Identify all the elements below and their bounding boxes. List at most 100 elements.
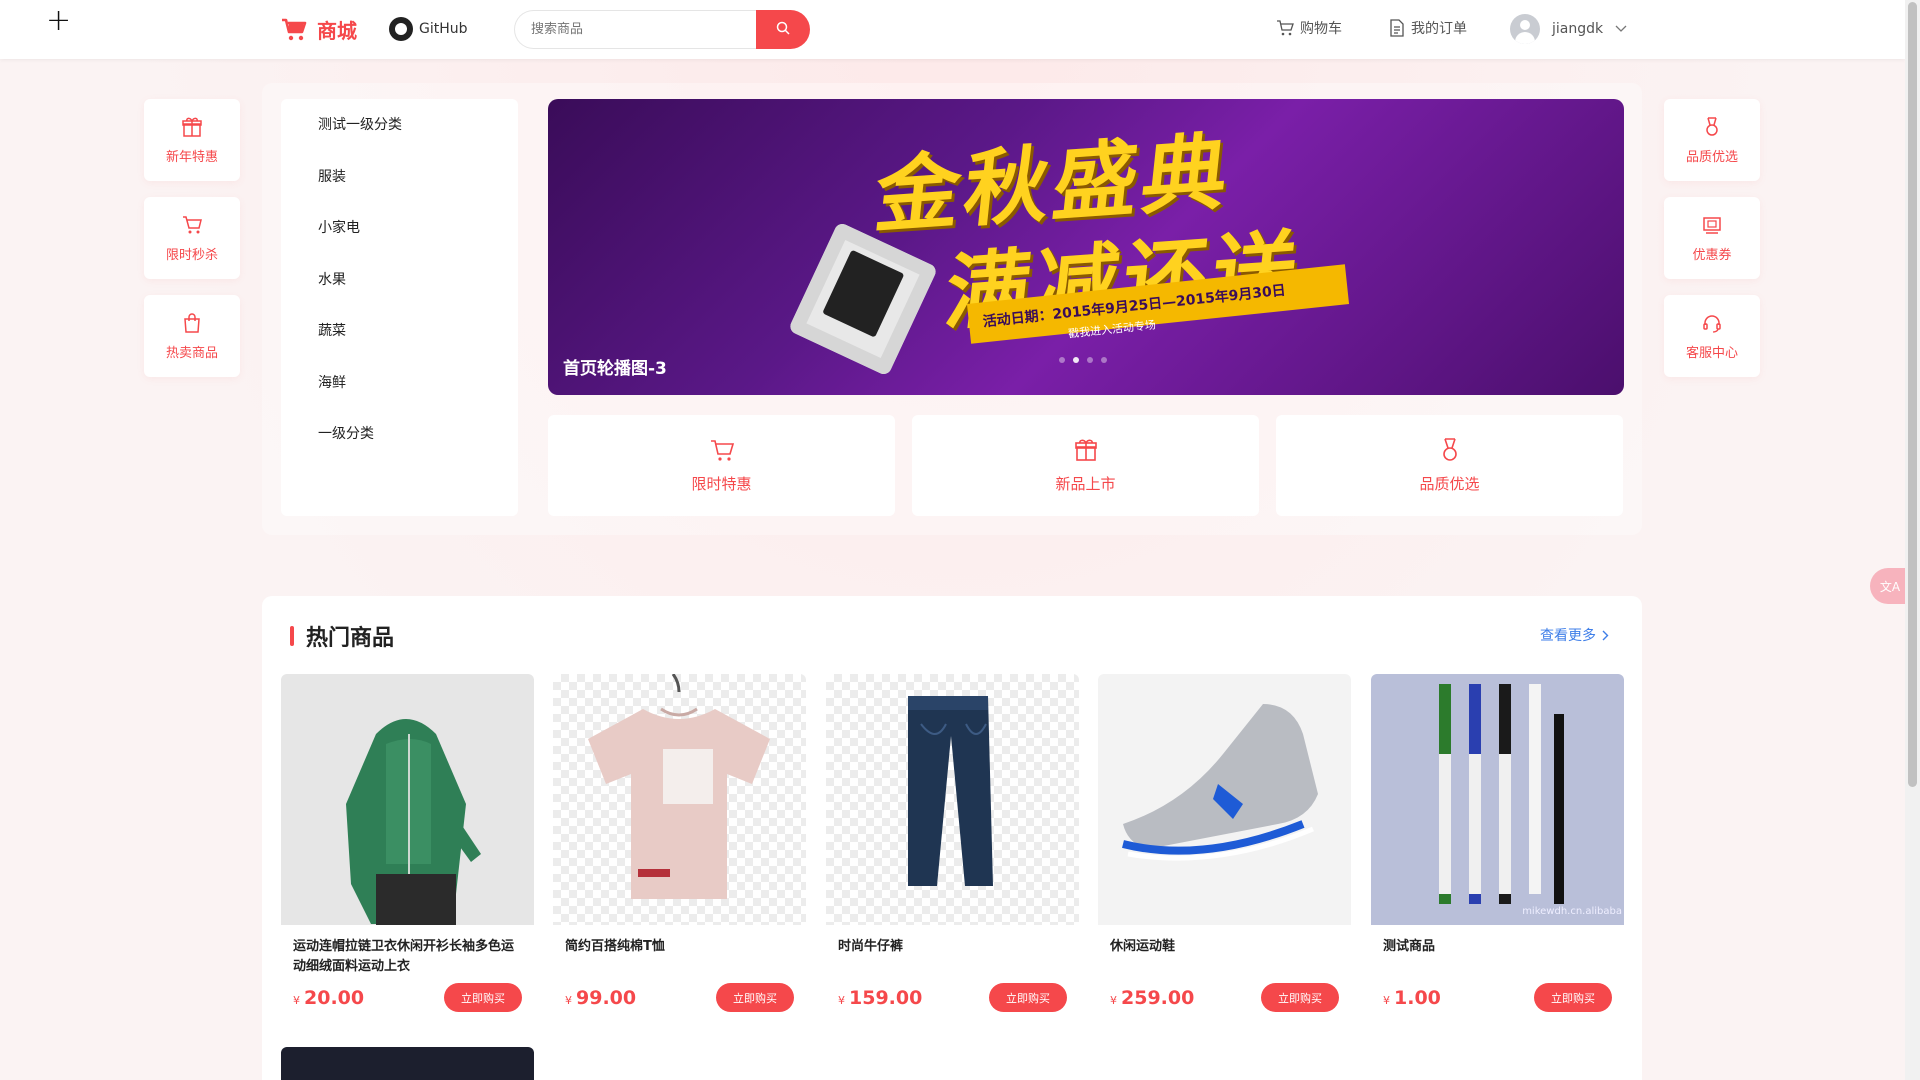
- gift-icon: [182, 117, 202, 137]
- category-item[interactable]: 测试一级分类: [281, 111, 518, 163]
- product-name: 时尚牛仔裤: [838, 939, 904, 954]
- product-card[interactable]: 简约百搭纯棉T恤 ¥99.00 立即购买: [553, 674, 806, 1019]
- search-icon: [776, 21, 790, 35]
- product-card-partial[interactable]: [281, 1047, 534, 1080]
- shortcut-customer-service[interactable]: 客服中心: [1664, 295, 1760, 377]
- github-label: GitHub: [419, 21, 468, 37]
- product-price-value: 20.00: [304, 986, 365, 1009]
- avatar: [1510, 14, 1540, 44]
- bag-icon: [184, 312, 200, 333]
- cart-icon: [710, 440, 734, 461]
- github-icon: [389, 17, 413, 41]
- product-price: ¥99.00: [565, 987, 636, 1009]
- section-title-text: 热门商品: [306, 626, 395, 651]
- orders-label: 我的订单: [1411, 21, 1467, 37]
- product-name: 运动连帽拉链卫衣休闲开衫长袖多色运动细绒面料运动上衣: [293, 939, 515, 974]
- product-name: 休闲运动鞋: [1110, 939, 1176, 954]
- cart-link[interactable]: 购物车: [1276, 18, 1342, 38]
- shortcut-hot-sale[interactable]: 热卖商品: [144, 295, 240, 377]
- feature-limited-offer[interactable]: 限时特惠: [548, 415, 895, 516]
- shortcut-new-year[interactable]: 新年特惠: [144, 99, 240, 181]
- product-price-value: 259.00: [1121, 986, 1195, 1009]
- section-title: 热门商品: [290, 620, 394, 652]
- product-price: ¥259.00: [1110, 987, 1194, 1009]
- feature-label: 新品上市: [1055, 475, 1116, 493]
- shortcut-label: 品质优选: [1685, 149, 1738, 165]
- cart-label: 购物车: [1300, 21, 1342, 37]
- product-image: [281, 674, 534, 925]
- product-card[interactable]: 运动连帽拉链卫衣休闲开衫长袖多色运动细绒面料运动上衣 ¥20.00 立即购买: [281, 674, 534, 1019]
- product-price-value: 1.00: [1394, 986, 1441, 1009]
- shortcut-label: 新年特惠: [165, 149, 218, 165]
- shortcut-label: 限时秒杀: [165, 247, 218, 263]
- document-icon: [1390, 19, 1404, 37]
- category-item[interactable]: 一级分类: [281, 420, 518, 472]
- cart-icon: [282, 18, 307, 40]
- view-more-link[interactable]: 查看更多: [1540, 625, 1609, 645]
- cart-icon: [1277, 20, 1294, 36]
- shortcut-quality[interactable]: 品质优选: [1664, 99, 1760, 181]
- category-item[interactable]: 海鲜: [281, 369, 518, 421]
- product-price: ¥20.00: [293, 987, 364, 1009]
- scrollbar[interactable]: [1905, 0, 1920, 1080]
- user-menu[interactable]: jiangdk: [1510, 14, 1627, 44]
- buy-now-button[interactable]: 立即购买: [1261, 983, 1339, 1012]
- carousel-dot[interactable]: [1073, 357, 1079, 363]
- carousel-dots: [1059, 357, 1107, 363]
- view-more-label: 查看更多: [1540, 628, 1596, 644]
- headset-icon: [1703, 314, 1721, 333]
- crosshair-icon: +: [46, 3, 72, 38]
- product-price-value: 159.00: [849, 986, 923, 1009]
- category-item[interactable]: 水果: [281, 266, 518, 318]
- shortcut-label: 优惠券: [1692, 247, 1732, 263]
- banner-carousel[interactable]: 金秋盛典 满减还送 活动日期：2015年9月25日—2015年9月30日 戳我进…: [548, 99, 1624, 395]
- buy-now-button[interactable]: 立即购买: [444, 983, 522, 1012]
- feature-label: 品质优选: [1419, 475, 1480, 493]
- github-link[interactable]: GitHub: [389, 17, 468, 41]
- translate-icon[interactable]: 文A: [1870, 568, 1910, 604]
- medal-icon: [1706, 116, 1718, 136]
- title-accent-bar: [290, 626, 294, 646]
- image-watermark: mikewdh.cn.alibaba: [1522, 906, 1622, 917]
- feature-new-arrivals[interactable]: 新品上市: [912, 415, 1259, 516]
- buy-now-button[interactable]: 立即购买: [989, 983, 1067, 1012]
- shortcut-flash-sale[interactable]: 限时秒杀: [144, 197, 240, 279]
- chevron-right-icon: [1602, 630, 1609, 640]
- shortcut-coupon[interactable]: 优惠券: [1664, 197, 1760, 279]
- product-image: [1098, 674, 1351, 925]
- buy-now-button[interactable]: 立即购买: [716, 983, 794, 1012]
- buy-now-button[interactable]: 立即购买: [1534, 983, 1612, 1012]
- category-item[interactable]: 小家电: [281, 214, 518, 266]
- product-price: ¥159.00: [838, 987, 922, 1009]
- chevron-down-icon: [1615, 25, 1627, 32]
- cart-icon: [183, 215, 202, 233]
- brand-logo[interactable]: 商城: [281, 15, 357, 44]
- search-input[interactable]: [514, 10, 756, 49]
- product-name: 测试商品: [1383, 939, 1436, 954]
- currency-symbol: ¥: [838, 993, 845, 1007]
- product-card[interactable]: 时尚牛仔裤 ¥159.00 立即购买: [826, 674, 1079, 1019]
- scrollbar-thumb[interactable]: [1908, 2, 1917, 787]
- brand-name: 商城: [317, 19, 357, 43]
- orders-link[interactable]: 我的订单: [1389, 18, 1467, 38]
- feature-label: 限时特惠: [691, 475, 752, 493]
- coupon-icon: [1703, 216, 1721, 234]
- category-menu: 测试一级分类 服装 小家电 水果 蔬菜 海鲜 一级分类: [281, 99, 518, 516]
- product-card[interactable]: 休闲运动鞋 ¥259.00 立即购买: [1098, 674, 1351, 1019]
- currency-symbol: ¥: [565, 993, 572, 1007]
- gift-icon: [1074, 439, 1097, 461]
- feature-quality[interactable]: 品质优选: [1276, 415, 1623, 516]
- banner-caption: 首页轮播图-3: [563, 359, 667, 379]
- search-button[interactable]: [756, 10, 810, 49]
- medal-icon: [1442, 438, 1457, 461]
- carousel-dot[interactable]: [1101, 357, 1107, 363]
- category-item[interactable]: 服装: [281, 163, 518, 215]
- carousel-dot[interactable]: [1059, 357, 1065, 363]
- shortcut-label: 热卖商品: [165, 345, 218, 361]
- category-item[interactable]: 蔬菜: [281, 317, 518, 369]
- shortcut-label: 客服中心: [1685, 345, 1738, 361]
- product-price: ¥1.00: [1383, 987, 1441, 1009]
- product-card[interactable]: mikewdh.cn.alibaba 测试商品 ¥1.00 立即购买: [1371, 674, 1624, 1019]
- carousel-dot[interactable]: [1087, 357, 1093, 363]
- currency-symbol: ¥: [1383, 993, 1390, 1007]
